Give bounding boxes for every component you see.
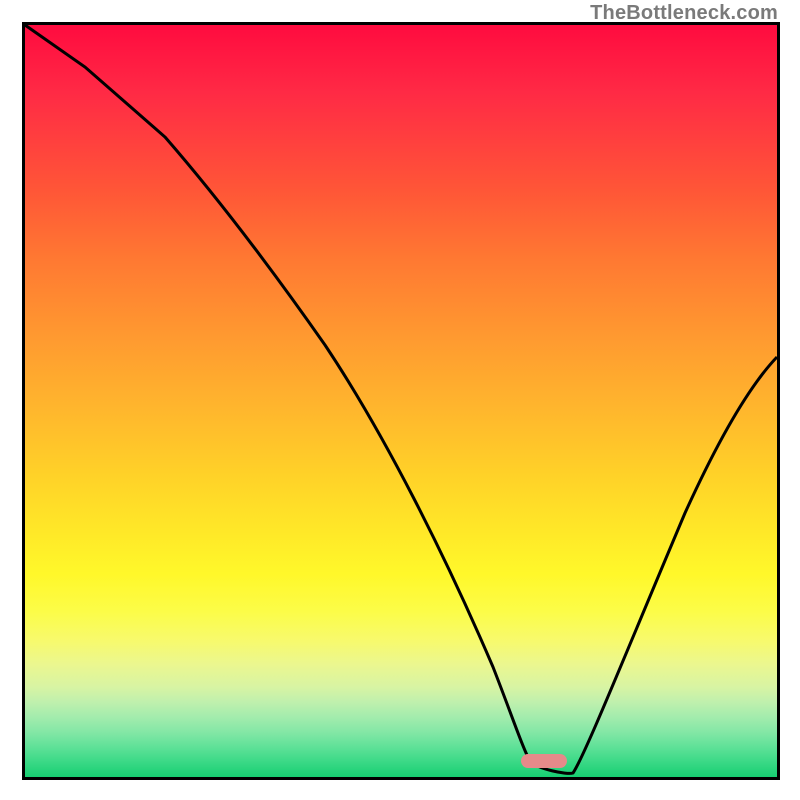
chart-curve-svg: [25, 25, 777, 777]
optimal-marker-pill: [521, 754, 567, 768]
chart-frame: [22, 22, 780, 780]
bottleneck-curve-path: [25, 25, 777, 773]
